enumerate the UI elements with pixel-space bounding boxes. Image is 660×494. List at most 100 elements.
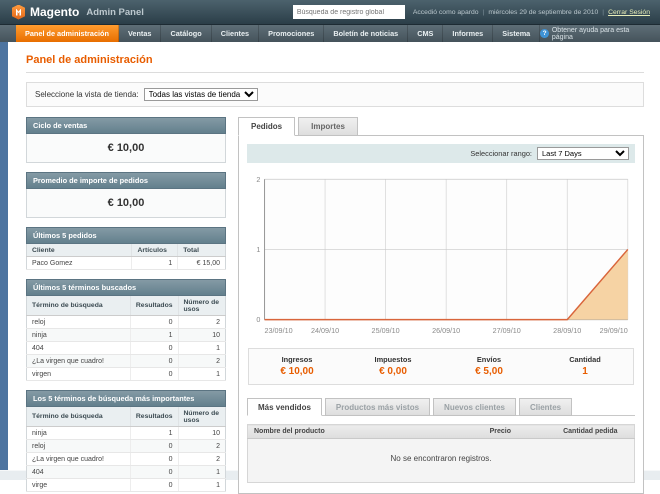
average-orders-box: Promedio de importe de pedidos € 10,00 <box>26 172 226 218</box>
column-header: Resultados <box>130 296 179 316</box>
session-info: Accedió como apardo | miércoles 29 de se… <box>412 8 650 16</box>
table-row: virgen 0 1 <box>26 367 226 381</box>
svg-text:24/09/10: 24/09/10 <box>311 326 339 335</box>
global-search-input[interactable] <box>292 5 405 19</box>
stat-item: Impuestos € 0,00 <box>345 355 441 377</box>
last-search-terms-box: Últimos 5 términos buscados Término de b… <box>26 279 226 381</box>
column-header: Número de usos <box>178 407 226 427</box>
nav-item[interactable]: Informes <box>443 25 494 42</box>
table-row: virge 0 1 <box>26 478 226 492</box>
stat-value: € 10,00 <box>280 366 314 378</box>
lifetime-sales-value: € 10,00 <box>26 134 226 163</box>
stat-value: € 5,00 <box>475 366 503 378</box>
range-bar: Seleccionar rango: Last 7 Days <box>247 144 635 163</box>
table-row: ninja 1 10 <box>26 426 226 440</box>
nav-item[interactable]: Panel de administración <box>16 25 119 42</box>
logo-subtitle: Admin Panel <box>86 6 144 18</box>
grid-tab[interactable]: Productos más vistos <box>324 398 431 417</box>
svg-text:25/09/10: 25/09/10 <box>372 326 400 335</box>
stat-label: Ingresos <box>281 355 313 365</box>
nav-item[interactable]: Clientes <box>212 25 260 42</box>
svg-text:0: 0 <box>256 315 260 324</box>
column-header: Total <box>177 244 226 257</box>
column-header: Artículos <box>131 244 179 257</box>
table-row: 404 0 1 <box>26 341 226 355</box>
column-header: Precio <box>483 424 558 440</box>
last-orders-table: Cliente Artículos Total Paco Gomez 1 € 15,00 <box>26 244 226 270</box>
grid-tab[interactable]: Más vendidos <box>247 398 322 417</box>
column-header: Nombre del producto <box>247 424 484 440</box>
nav-item[interactable]: Boletín de noticias <box>324 25 409 42</box>
stat-value: € 0,00 <box>379 366 407 378</box>
logged-in-as: Accedió como apardo <box>412 8 479 16</box>
table-row: 404 0 1 <box>26 465 226 479</box>
last-orders-box: Últimos 5 pedidos Cliente Artículos Total … <box>26 227 226 270</box>
empty-message: No se encontraron registros. <box>247 438 635 483</box>
store-switcher: Seleccione la vista de tienda: Todas las… <box>26 82 644 107</box>
stat-label: Envíos <box>476 355 502 365</box>
current-date: miércoles 29 de septiembre de 2010 <box>488 8 599 16</box>
box-title: Promedio de importe de pedidos <box>26 172 226 189</box>
grid-tab[interactable]: Clientes <box>518 398 573 417</box>
svg-text:28/09/10: 28/09/10 <box>553 326 581 335</box>
nav-item[interactable]: Sistema <box>493 25 541 42</box>
last-search-terms-table: Término de búsqueda Resultados Número de u… <box>26 296 226 381</box>
box-title: Los 5 términos de búsqueda más important… <box>26 390 226 407</box>
products-grid: Nombre del producto Precio Cantidad pedida… <box>247 424 635 484</box>
svg-text:1: 1 <box>256 245 260 254</box>
column-header: Término de búsqueda <box>26 296 131 316</box>
svg-text:26/09/10: 26/09/10 <box>432 326 460 335</box>
stat-item: Ingresos € 10,00 <box>249 355 345 377</box>
range-select[interactable]: Last 7 Days <box>537 147 629 160</box>
store-view-select[interactable]: Todas las vistas de tienda <box>143 88 258 101</box>
right-column: Pedidos Importes Seleccionar rango: Last … <box>238 117 644 494</box>
lifetime-sales-box: Ciclo de ventas € 10,00 <box>26 117 226 163</box>
nav-item[interactable]: CMS <box>408 25 444 42</box>
help-box: ? Obtener ayuda para esta página <box>540 25 660 42</box>
svg-text:29/09/10: 29/09/10 <box>600 326 628 335</box>
svg-text:2: 2 <box>256 175 260 184</box>
magento-logo-icon <box>12 4 25 20</box>
store-switcher-label: Seleccione la vista de tienda: <box>35 90 139 99</box>
table-row: reloj 0 2 <box>26 315 226 329</box>
table-row: Paco Gomez 1 € 15,00 <box>26 256 226 270</box>
table-row: ¿La virgen que cuadro! 0 2 <box>26 452 226 466</box>
help-icon: ? <box>540 29 549 38</box>
nav-item[interactable]: Catálogo <box>161 25 212 42</box>
top-search-terms-box: Los 5 términos de búsqueda más important… <box>26 390 226 492</box>
orders-panel: Seleccionar rango: Last 7 Days 23/09/10 2… <box>238 135 644 494</box>
grid-tab[interactable]: Nuevos clientes <box>433 398 516 417</box>
column-header: Término de búsqueda <box>26 407 131 427</box>
left-edge-strip <box>0 42 8 470</box>
logout-link[interactable]: Cerrar Sesión <box>608 9 650 16</box>
nav-item[interactable]: Promociones <box>259 25 325 42</box>
table-row: ¿La virgen que cuadro! 0 2 <box>26 354 226 368</box>
stat-value: 1 <box>582 366 588 378</box>
box-title: Ciclo de ventas <box>26 117 226 134</box>
table-row: ninja 1 10 <box>26 328 226 342</box>
column-header: Cantidad pedida <box>557 424 635 440</box>
top-search-terms-table: Término de búsqueda Resultados Número de u… <box>26 407 226 492</box>
svg-text:27/09/10: 27/09/10 <box>493 326 521 335</box>
help-link[interactable]: Obtener ayuda para esta página <box>552 27 648 41</box>
svg-text:23/09/10: 23/09/10 <box>265 326 293 335</box>
range-label: Seleccionar rango: <box>470 149 532 158</box>
main-nav: Panel de administración Ventas Catálogo Cli… <box>0 25 660 42</box>
nav-item[interactable]: Ventas <box>119 25 162 42</box>
box-title: Últimos 5 términos buscados <box>26 279 226 296</box>
column-header: Número de usos <box>178 296 226 316</box>
column-header: Cliente <box>26 244 133 257</box>
stat-label: Impuestos <box>374 355 412 365</box>
box-title: Últimos 5 pedidos <box>26 227 226 244</box>
average-orders-value: € 10,00 <box>26 189 226 218</box>
magento-logo[interactable]: Magento Admin Panel <box>12 4 144 20</box>
stat-item: Envíos € 5,00 <box>441 355 537 377</box>
column-header: Resultados <box>130 407 179 427</box>
orders-chart: 23/09/10 24/09/10 25/09/10 26/09/10 27/09/10… <box>248 171 634 338</box>
logo-text: Magento <box>30 5 80 19</box>
top-header: Magento Admin Panel Accedió como apardo … <box>0 0 660 25</box>
chart-tab[interactable]: Pedidos <box>238 117 296 136</box>
left-column: Ciclo de ventas € 10,00 Promedio de impo… <box>26 117 226 494</box>
stat-label: Cantidad <box>569 355 601 365</box>
chart-tab[interactable]: Importes <box>298 117 358 136</box>
